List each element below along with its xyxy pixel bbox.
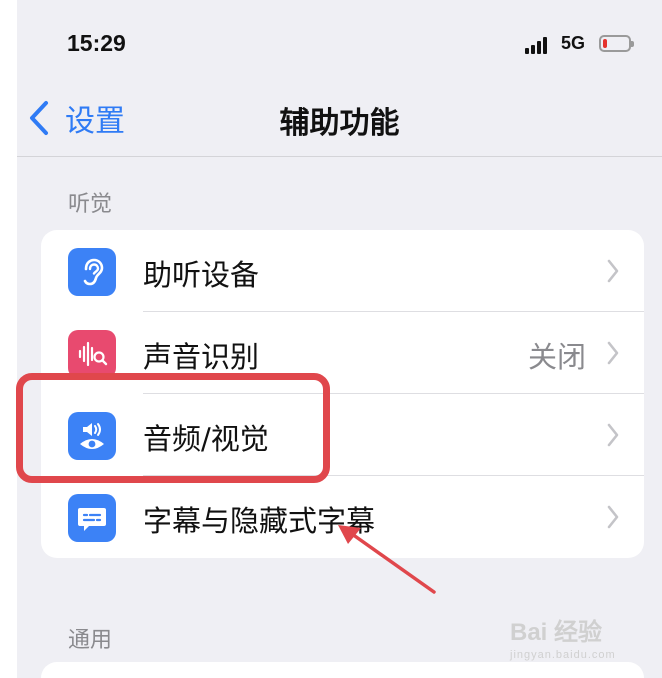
hearing-settings-group: 助听设备 声音识别 关闭 音频/视觉 字幕与隐藏式字幕 [41, 230, 644, 558]
ear-icon [68, 248, 116, 296]
chevron-right-icon [607, 505, 619, 529]
chevron-right-icon [607, 423, 619, 447]
item-label: 助听设备 [143, 258, 260, 292]
battery-icon [599, 35, 634, 52]
watermark: Bai 经验 jingyan.baidu.com [510, 612, 616, 661]
item-value: 关闭 [527, 340, 586, 374]
status-bar: 15:29 5G [17, 0, 662, 90]
navigation-bar: 设置 辅助功能 [17, 88, 662, 157]
watermark-logo: Bai 经验 [510, 619, 603, 646]
list-item-sound-recognition[interactable]: 声音识别 关闭 [41, 312, 644, 394]
list-item-subtitles-captioning[interactable]: 字幕与隐藏式字幕 [41, 476, 644, 558]
list-item-hearing-devices[interactable]: 助听设备 [41, 230, 644, 312]
subtitles-icon [68, 494, 116, 542]
page-title: 辅助功能 [279, 106, 400, 141]
sound-recognition-icon [68, 330, 116, 378]
section-header-general: 通用 [68, 628, 113, 653]
item-label: 字幕与隐藏式字幕 [143, 504, 376, 538]
phone-screen: 15:29 5G 设置 辅助功能 听觉 助听设备 声音识别 关闭 音频/视觉 字… [17, 0, 662, 678]
status-time: 15:29 [67, 30, 126, 56]
chevron-right-icon [607, 341, 619, 365]
watermark-url: jingyan.baidu.com [510, 649, 616, 661]
audio-visual-icon [68, 412, 116, 460]
item-label: 音频/视觉 [143, 422, 269, 456]
list-item-audio-visual[interactable]: 音频/视觉 [41, 394, 644, 476]
signal-strength-icon [525, 36, 553, 54]
chevron-right-icon [607, 259, 619, 283]
network-type: 5G [561, 33, 586, 53]
general-settings-group [41, 662, 644, 678]
item-label: 声音识别 [143, 340, 260, 374]
section-header-hearing: 听觉 [68, 192, 113, 217]
